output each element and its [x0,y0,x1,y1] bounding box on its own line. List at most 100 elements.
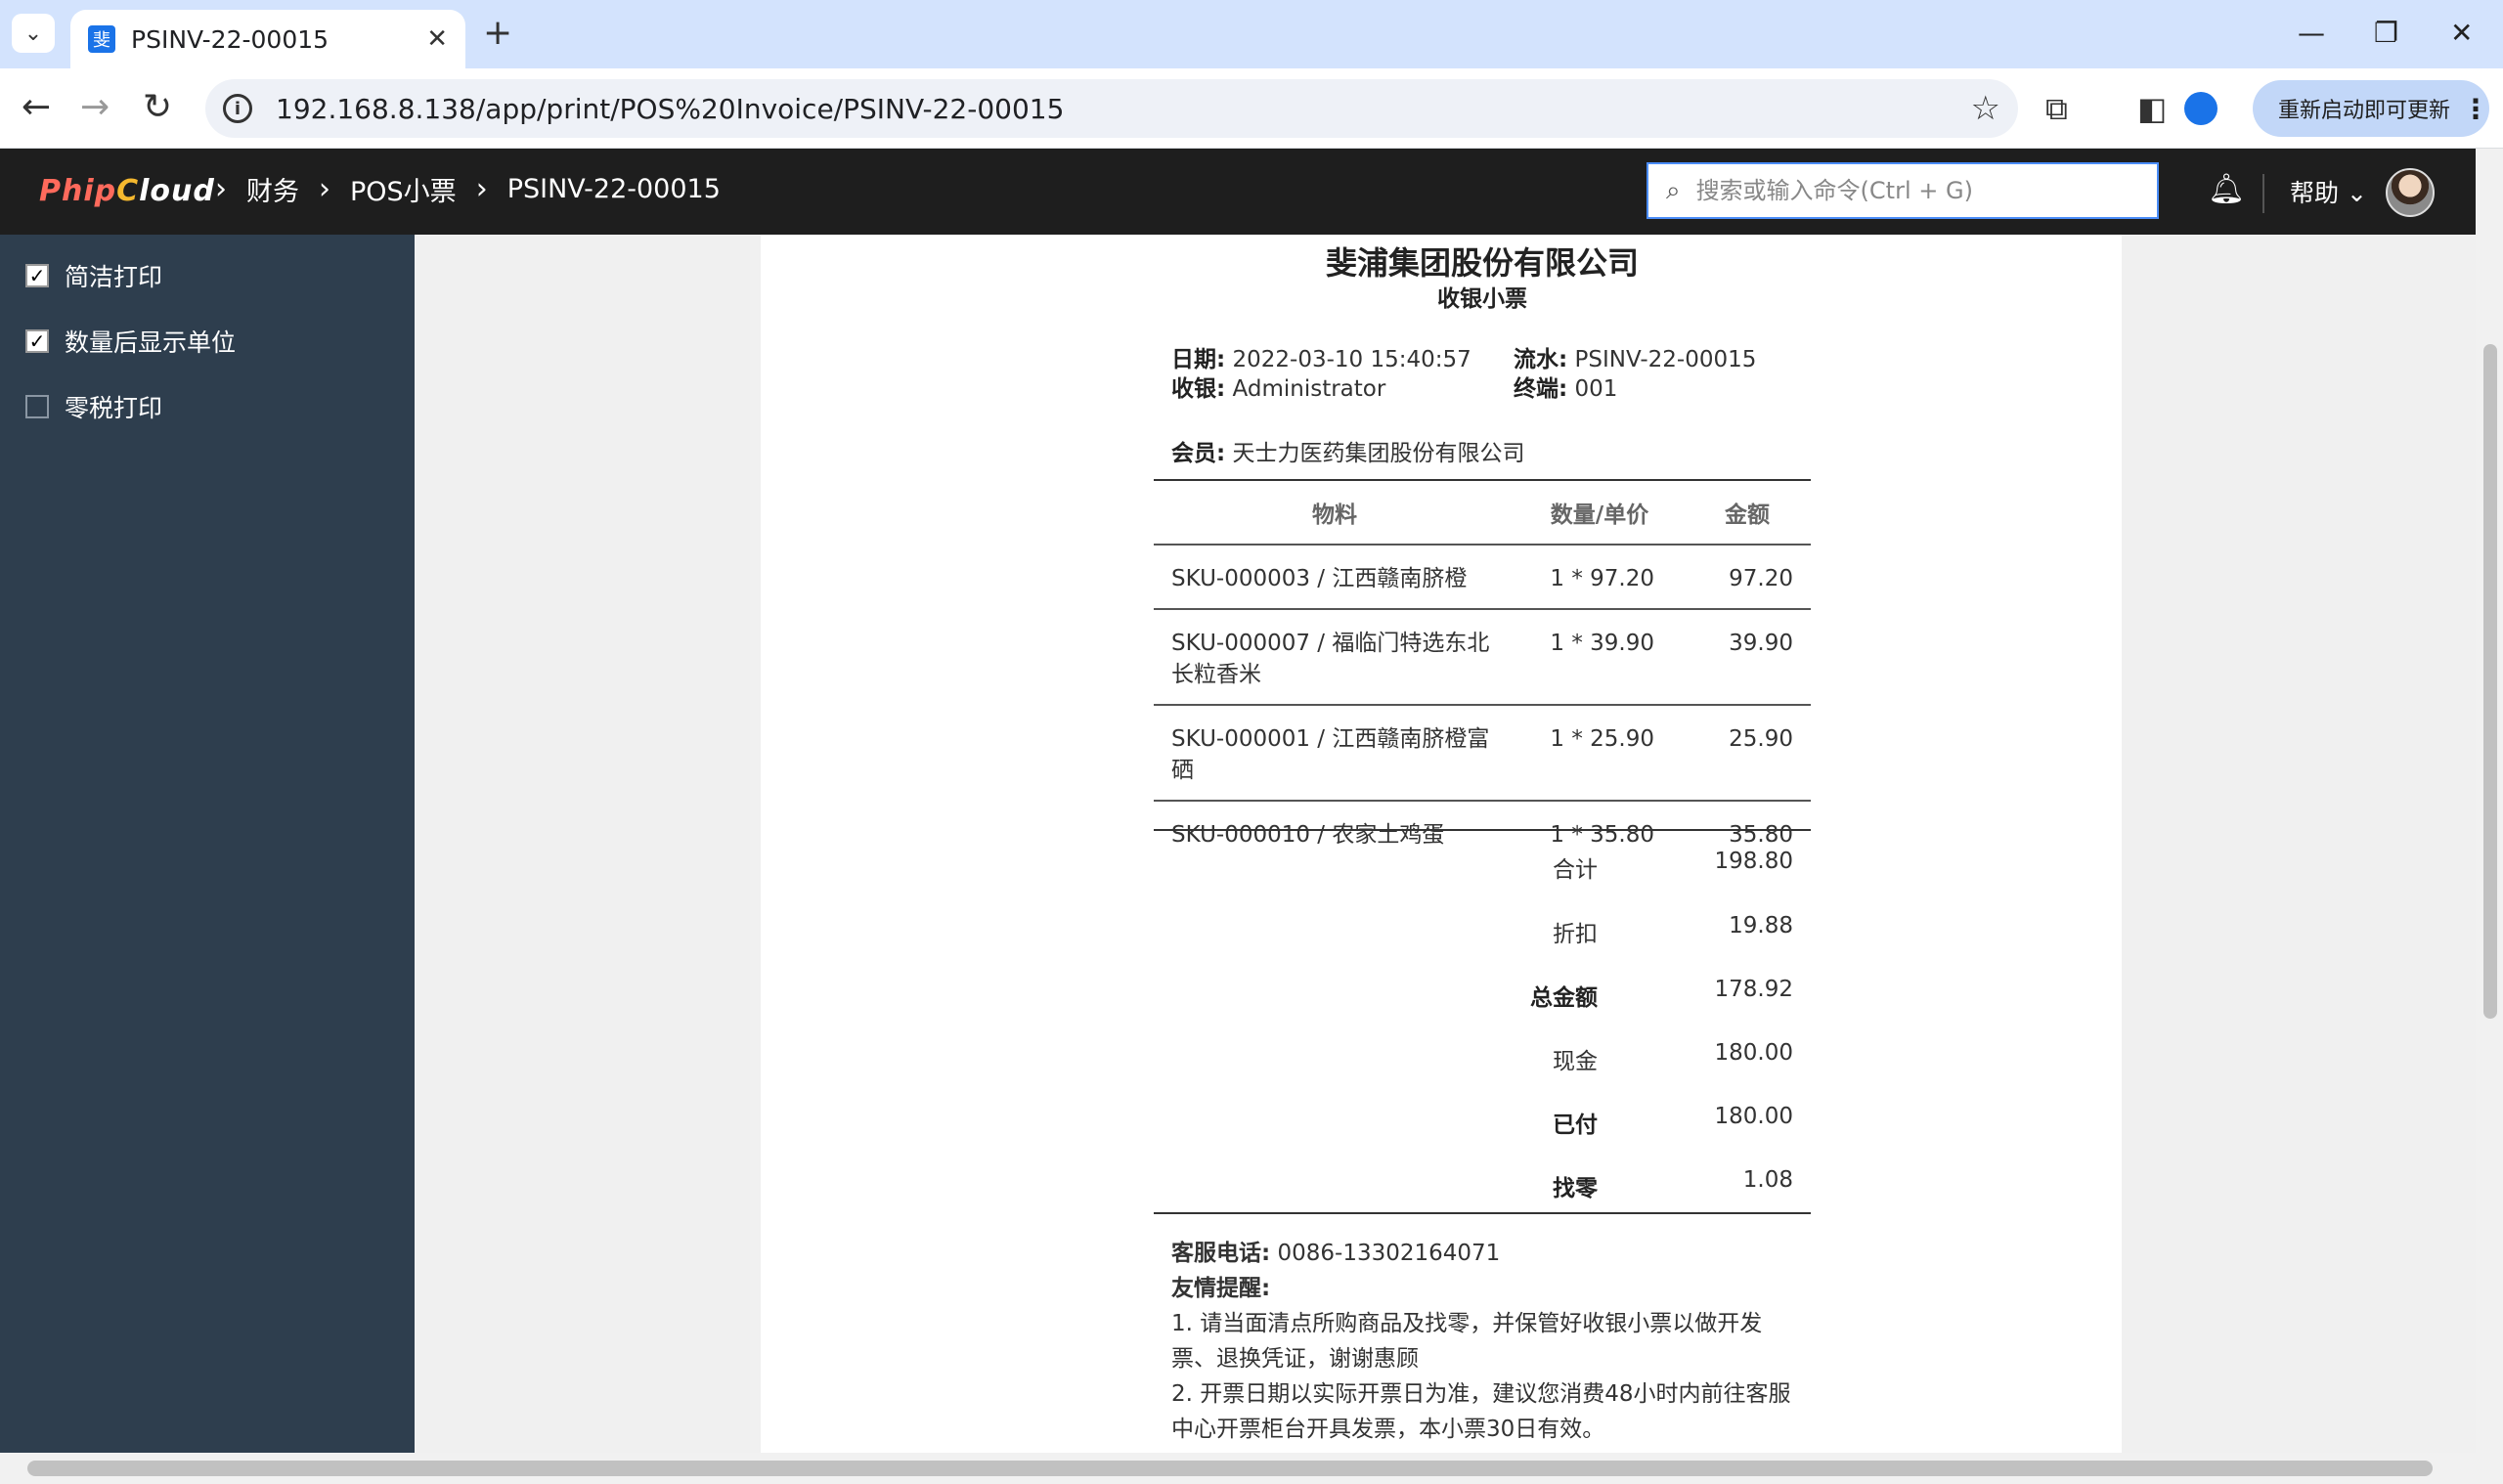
col-header-item: 物料 [1154,479,1515,545]
new-tab-button[interactable]: + [483,14,512,53]
terminal-value: 001 [1567,376,1618,402]
favicon-icon: 斐 [88,25,115,53]
table-header-row: 物料 数量/单价 金额 [1154,479,1811,545]
site-info-icon[interactable]: i [223,94,252,123]
note-line-2: 2. 开票日期以实际开票日为准，建议您消费48小时内前往客服中心开票柜台开具发票… [1171,1381,1791,1442]
option-show-unit-after-qty[interactable]: ✓ 数量后显示单位 [25,324,236,359]
total-label: 现金 [1553,1049,1598,1074]
col-header-amount: 金额 [1684,479,1811,545]
option-zero-tax-print[interactable]: 零税打印 [25,389,162,424]
member-label: 会员: [1171,441,1226,466]
help-dropdown[interactable]: 帮助 ⌄ [2290,174,2367,209]
item-amount: 39.90 [1684,608,1811,705]
note-line-1: 1. 请当面清点所购商品及找零，并保管好收银小票以做开发票、退换凭证，谢谢惠顾 [1171,1311,1763,1372]
receipt-title: 收银小票 [1437,286,1527,312]
close-icon[interactable]: ✕ [426,24,448,54]
total-row-grand-total: 总金额 178.92 [1154,959,1811,1024]
items-table: 物料 数量/单价 金额 SKU-000003 / 江西赣南脐橙 1 * 97.2… [1154,479,1811,865]
update-label: 重新启动即可更新 [2278,99,2451,123]
table-row: SKU-000007 / 福临门特选东北长粒香米 1 * 39.90 39.90 [1154,608,1811,705]
help-label: 帮助 [2290,179,2340,207]
breadcrumb: › 财务 › POS小票 › PSINV-22-00015 [196,170,721,208]
cashier-field: 收银: Administrator [1171,370,1385,403]
item-qty: 1 * 39.90 [1515,608,1684,705]
notes-heading: 友情提醒: [1171,1271,1797,1306]
profile-icon[interactable] [2184,92,2218,125]
option-compact-print[interactable]: ✓ 简洁打印 [25,258,162,293]
total-row-subtotal: 合计 198.80 [1154,831,1811,895]
cashier-label: 收银: [1171,376,1226,402]
serial-field: 流水: PSINV-22-00015 [1514,340,1756,373]
browser-tab[interactable]: 斐 PSINV-22-00015 ✕ [70,10,465,68]
horizontal-scrollbar[interactable] [0,1453,2503,1484]
total-value: 180.00 [1714,1104,1793,1129]
item-amount: 97.20 [1684,544,1811,609]
breadcrumb-item-pos-receipt[interactable]: POS小票 [350,170,457,208]
forward-icon[interactable]: → [80,88,110,127]
total-label: 合计 [1553,857,1598,883]
url-text[interactable]: 192.168.8.138/app/print/POS%20Invoice/PS… [276,93,1971,125]
vertical-scrollbar[interactable] [2476,149,2503,1453]
item-name: SKU-000001 / 江西赣南脐橙富硒 [1154,704,1515,801]
total-value: 1.08 [1742,1167,1793,1193]
show-unit-label: 数量后显示单位 [65,328,237,357]
breadcrumb-item-current[interactable]: PSINV-22-00015 [507,174,721,204]
logo-part2: C [116,174,140,208]
member-field: 会员: 天士力医药集团股份有限公司 [1171,434,1525,467]
date-field: 日期: 2022-03-10 15:40:57 [1171,340,1471,373]
awesome-search-bar[interactable]: ⌕ [1647,162,2159,219]
table-row: SKU-000001 / 江西赣南脐橙富硒 1 * 25.90 25.90 [1154,704,1811,801]
tab-list-button[interactable]: ⌄ [12,14,55,53]
compact-print-checkbox[interactable]: ✓ [25,264,49,287]
logo-part1: Phip [39,174,117,208]
phone-value: 0086-13302164071 [1270,1241,1501,1266]
horizontal-scroll-thumb[interactable] [27,1461,2433,1476]
total-label: 已付 [1553,1113,1598,1138]
navbar-divider [2262,174,2264,213]
item-amount: 25.90 [1684,704,1811,801]
cashier-value: Administrator [1225,376,1386,402]
total-label: 找零 [1553,1176,1598,1201]
total-label: 折扣 [1553,922,1598,947]
restore-icon[interactable]: ❐ [2374,14,2398,53]
show-unit-checkbox[interactable]: ✓ [25,329,49,353]
back-icon[interactable]: ← [22,88,51,127]
tab-title: PSINV-22-00015 [131,24,329,54]
company-name: 斐浦集团股份有限公司 [1325,244,1639,282]
chevron-right-icon: › [475,172,488,206]
table-row: SKU-000003 / 江西赣南脐橙 1 * 97.20 97.20 [1154,544,1811,609]
totals-bottom-divider [1154,1212,1811,1214]
total-value: 180.00 [1714,1040,1793,1066]
side-panel-icon[interactable]: ◧ [2137,90,2167,127]
vertical-scroll-thumb[interactable] [2483,344,2497,1019]
close-window-icon[interactable]: ✕ [2450,14,2473,53]
app-logo[interactable]: PhipCloud [39,174,215,208]
receipt-footer: 客服电话: 0086-13302164071 友情提醒: 1. 请当面清点所购商… [1171,1236,1797,1447]
item-name: SKU-000007 / 福临门特选东北长粒香米 [1154,608,1515,705]
bookmark-star-icon[interactable]: ☆ [1971,89,2000,128]
search-icon: ⌕ [1666,175,1681,205]
total-label: 总金额 [1530,985,1598,1011]
browser-tab-bar: ⌄ 斐 PSINV-22-00015 ✕ + — ❐ ✕ [0,0,2503,68]
extensions-icon[interactable]: ⧉ [2045,90,2068,127]
address-bar[interactable]: i 192.168.8.138/app/print/POS%20Invoice/… [205,79,2018,138]
minimize-icon[interactable]: — [2298,14,2325,53]
update-button[interactable]: 重新启动即可更新 ⋮ [2253,80,2489,137]
reload-icon[interactable]: ↻ [143,88,172,127]
zero-tax-checkbox[interactable] [25,395,49,418]
phone-label: 客服电话: [1171,1241,1271,1266]
notification-bell-icon[interactable]: 🔔︎ [2208,172,2245,206]
col-header-qty: 数量/单价 [1515,479,1684,545]
chevron-down-icon: ⌄ [2346,179,2367,207]
service-phone: 客服电话: 0086-13302164071 [1171,1236,1797,1271]
notes-label: 友情提醒: [1171,1276,1271,1301]
item-qty: 1 * 97.20 [1515,544,1684,609]
more-menu-icon[interactable]: ⋮ [2462,93,2489,125]
avatar[interactable] [2386,168,2435,217]
breadcrumb-item-finance[interactable]: 财务 [246,170,299,208]
search-input[interactable] [1695,177,2139,204]
compact-print-label: 简洁打印 [65,263,163,291]
terminal-label: 终端: [1514,376,1568,402]
total-row-cash: 现金 180.00 [1154,1023,1811,1087]
print-options-sidebar: ✓ 简洁打印 ✓ 数量后显示单位 零税打印 [0,235,415,1453]
